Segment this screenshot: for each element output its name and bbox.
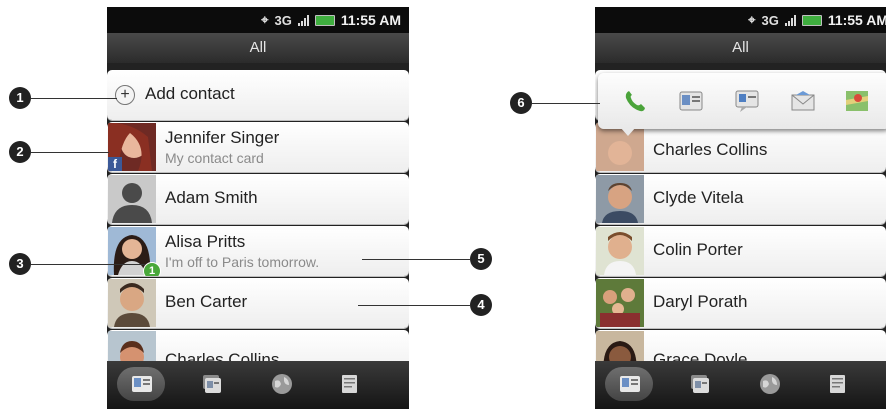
tab-online-directories[interactable] xyxy=(745,367,793,401)
gps-icon: ⌖ xyxy=(261,12,269,27)
contact-row[interactable]: Charles Collins xyxy=(107,330,409,361)
tab-contacts[interactable] xyxy=(605,367,653,401)
list-title[interactable]: All xyxy=(595,33,886,63)
battery-icon xyxy=(314,14,335,26)
clock: 11:55 AM xyxy=(340,12,401,28)
add-contact-label: Add contact xyxy=(145,84,235,103)
gps-icon: ⌖ xyxy=(748,12,756,27)
online-directories-tab-icon xyxy=(760,374,780,394)
signal-icon xyxy=(784,14,796,26)
clock: 11:55 AM xyxy=(827,12,886,28)
callout-6: 6 xyxy=(510,92,532,114)
email-icon[interactable] xyxy=(790,88,816,114)
contact-name: Clyde Vitela xyxy=(653,188,744,207)
tab-groups[interactable] xyxy=(187,367,235,401)
phone-screen-quick-contact: ⌖ 3G 11:55 AM All Charles Collins Clyde … xyxy=(595,7,886,409)
popup-pointer xyxy=(620,127,636,136)
callout-3: 3 xyxy=(9,253,31,275)
map-icon[interactable] xyxy=(844,88,870,114)
contact-row[interactable]: f Jennifer Singer My contact card xyxy=(107,122,409,172)
quick-contact-popup xyxy=(598,73,886,136)
facebook-icon: f xyxy=(108,157,122,171)
bottom-tab-bar xyxy=(595,361,886,409)
contacts-tab-icon xyxy=(620,376,640,392)
contact-row[interactable]: Daryl Porath xyxy=(595,278,886,328)
contact-row[interactable]: 1 Alisa Pritts I'm off to Paris tomorrow… xyxy=(107,226,409,276)
contact-name: Alisa Pritts xyxy=(165,232,246,251)
tab-online-directories[interactable] xyxy=(257,367,305,401)
contact-subtitle: My contact card xyxy=(165,150,264,166)
groups-tab-icon xyxy=(691,375,709,393)
callout-1: 1 xyxy=(9,87,31,109)
callout-leader-2 xyxy=(31,152,109,153)
contacts-list[interactable]: + Add contact f Jennifer Singer My conta… xyxy=(107,63,409,361)
message-icon[interactable] xyxy=(734,88,760,114)
callout-2: 2 xyxy=(9,141,31,163)
battery-icon xyxy=(801,14,822,26)
callout-4: 4 xyxy=(470,294,492,316)
tab-call-history[interactable] xyxy=(813,367,861,401)
update-count-badge: 1 xyxy=(143,262,161,276)
contact-name: Charles Collins xyxy=(165,350,280,361)
callout-leader-1 xyxy=(31,98,117,99)
contact-name: Adam Smith xyxy=(165,188,258,207)
phone-screen-contacts: ⌖ 3G 11:55 AM All + Add contact f Jennif… xyxy=(107,7,409,409)
bottom-tab-bar xyxy=(107,361,409,409)
contact-photo xyxy=(596,175,644,223)
contact-row[interactable]: Charles Collins xyxy=(595,122,886,172)
call-history-tab-icon xyxy=(830,375,845,393)
contact-photo: f xyxy=(108,123,156,171)
contact-row[interactable]: Ben Carter xyxy=(107,278,409,328)
callout-leader-6 xyxy=(532,103,600,104)
contact-photo xyxy=(108,331,156,361)
contact-card-icon[interactable] xyxy=(678,88,704,114)
contact-name: Colin Porter xyxy=(653,240,743,259)
contact-photo xyxy=(596,279,644,327)
groups-tab-icon xyxy=(203,375,221,393)
contact-photo xyxy=(596,227,644,275)
contact-name: Daryl Porath xyxy=(653,292,748,311)
call-history-tab-icon xyxy=(342,375,357,393)
callout-leader-4 xyxy=(358,305,470,306)
contact-name: Grace Doyle xyxy=(653,350,748,361)
contact-photo xyxy=(108,279,156,327)
status-bar: ⌖ 3G 11:55 AM xyxy=(107,7,409,33)
contact-name: Charles Collins xyxy=(653,140,768,159)
add-contact-button[interactable]: + Add contact xyxy=(107,70,409,120)
contact-status-update: I'm off to Paris tomorrow. xyxy=(165,254,320,270)
contacts-tab-icon xyxy=(132,376,152,392)
default-contact-photo xyxy=(108,175,156,223)
callout-5: 5 xyxy=(470,248,492,270)
tab-contacts[interactable] xyxy=(117,367,165,401)
contact-row[interactable]: Grace Doyle xyxy=(595,330,886,361)
callout-leader-5 xyxy=(362,259,470,260)
contact-name: Ben Carter xyxy=(165,292,248,311)
status-bar: ⌖ 3G 11:55 AM xyxy=(595,7,886,33)
contact-row[interactable]: Colin Porter xyxy=(595,226,886,276)
tab-call-history[interactable] xyxy=(325,367,373,401)
tab-groups[interactable] xyxy=(675,367,723,401)
contact-row[interactable]: Adam Smith xyxy=(107,174,409,224)
signal-icon xyxy=(297,14,309,26)
add-icon: + xyxy=(115,85,135,105)
online-directories-tab-icon xyxy=(272,374,292,394)
contact-photo xyxy=(596,331,644,361)
list-title[interactable]: All xyxy=(107,33,409,63)
network-type: 3G xyxy=(274,12,292,28)
phone-icon[interactable] xyxy=(622,88,648,114)
network-type: 3G xyxy=(761,12,779,28)
contact-name: Jennifer Singer xyxy=(165,128,280,147)
callout-leader-3 xyxy=(31,264,145,265)
contact-row[interactable]: Clyde Vitela xyxy=(595,174,886,224)
